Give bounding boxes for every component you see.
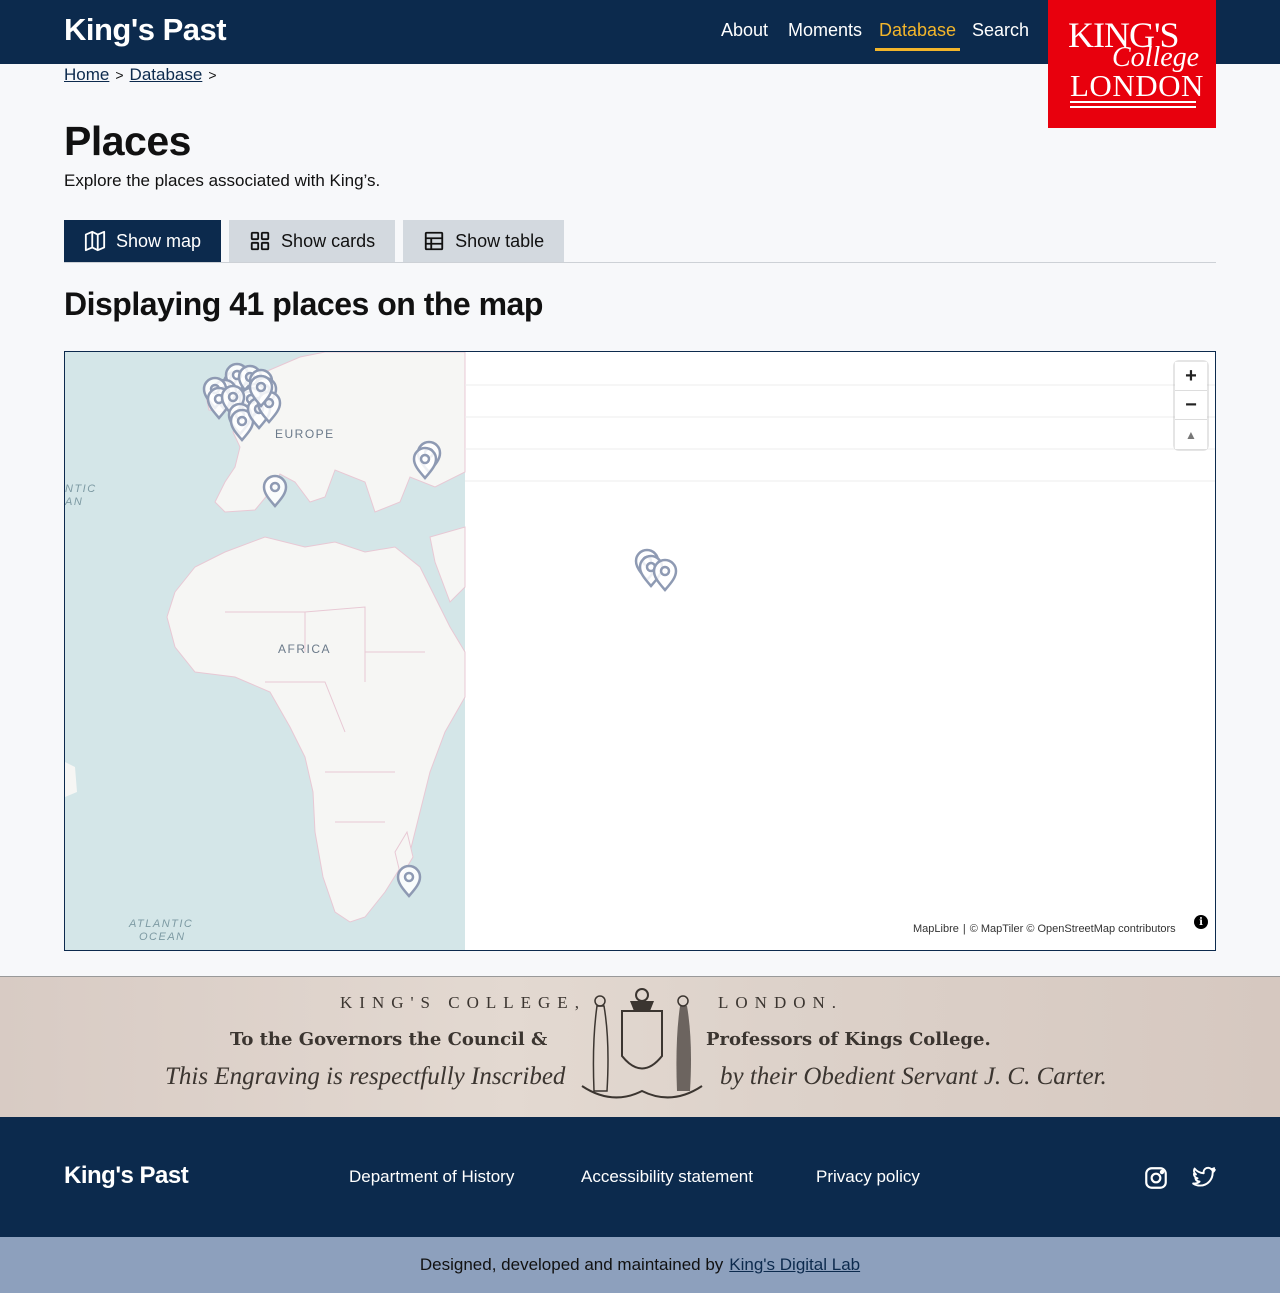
engraving-banner: KING'S COLLEGE, LONDON. To the Governors… <box>0 976 1280 1117</box>
logo-line-london: LONDON <box>1070 68 1204 103</box>
site-title-link[interactable]: King's Past <box>64 12 227 48</box>
footer-link-accessibility[interactable]: Accessibility statement <box>581 1167 753 1187</box>
breadcrumb-separator: > <box>208 67 217 83</box>
show-cards-button[interactable]: Show cards <box>229 220 396 262</box>
engraving-line-inscribed: This Engraving is respectfully Inscribed <box>165 1063 566 1090</box>
engraving-line-carter: by their Obedient Servant J. C. Carter. <box>720 1063 1107 1090</box>
nav-database[interactable]: Database <box>874 20 961 51</box>
info-icon: i <box>1194 915 1208 929</box>
breadcrumb-separator: > <box>115 67 124 83</box>
credit-text: Designed, developed and maintained by <box>419 1255 724 1274</box>
site-footer: King's Past Department of History Access… <box>0 1117 1280 1237</box>
instagram-icon[interactable] <box>1143 1165 1169 1191</box>
map-label-europe: EUROPE <box>275 427 335 441</box>
reset-bearing-button[interactable]: ▲ <box>1175 420 1207 449</box>
breadcrumb-home[interactable]: Home <box>64 65 109 85</box>
view-tabs: Show map Show cards Show table <box>64 220 565 262</box>
engraving-line-london: LONDON. <box>718 993 844 1012</box>
engraving-line-governors: To the Governors the Council & <box>230 1029 548 1050</box>
map-label-ocean: AN <box>65 496 83 508</box>
page-title: Places <box>64 118 191 164</box>
map-canvas[interactable]: EUROPE AFRICA NTIC AN ATLANTIC OCEAN <box>65 352 1215 950</box>
footer-site-title: King's Past <box>64 1162 189 1189</box>
coat-of-arms-icon <box>581 988 703 1099</box>
map-label-atlantic: NTIC <box>65 483 97 495</box>
credit-bar: Designed, developed and maintained by Ki… <box>0 1237 1280 1293</box>
page-intro: Explore the places associated with King’… <box>64 171 381 190</box>
map-label-ocean: OCEAN <box>139 931 186 943</box>
engraving-line-professors: Professors of Kings College. <box>706 1029 991 1050</box>
show-cards-label: Show cards <box>281 230 376 251</box>
map-label-africa: AFRICA <box>278 642 331 656</box>
zoom-in-button[interactable]: + <box>1175 362 1207 391</box>
nav-about[interactable]: About <box>721 20 768 41</box>
tabs-divider <box>64 262 1216 263</box>
logo-rule <box>1070 101 1196 103</box>
place-marker[interactable] <box>652 558 678 592</box>
map-attribution: MapLibre | © MapTiler © OpenStreetMap co… <box>903 918 1186 940</box>
nav-search[interactable]: Search <box>972 20 1029 41</box>
nav-moments[interactable]: Moments <box>788 20 862 41</box>
attribution-separator: | <box>962 923 966 935</box>
footer-link-privacy[interactable]: Privacy policy <box>816 1167 920 1187</box>
zoom-out-button[interactable]: − <box>1175 391 1207 420</box>
show-map-label: Show map <box>116 230 202 251</box>
footer-link-department[interactable]: Department of History <box>349 1167 514 1187</box>
map-icon <box>84 230 106 252</box>
engraving-line-kings-college: KING'S COLLEGE, <box>340 993 586 1012</box>
maplibre-link[interactable]: MapLibre <box>913 923 959 935</box>
show-map-button[interactable]: Show map <box>64 220 222 262</box>
map-label-atlantic: ATLANTIC <box>128 918 193 930</box>
kcl-logo[interactable]: KING'S College LONDON <box>1048 0 1216 128</box>
breadcrumb: Home > Database > <box>64 65 217 85</box>
attribution-credits: © MapTiler © OpenStreetMap contributors <box>969 923 1176 935</box>
show-table-button[interactable]: Show table <box>403 220 565 262</box>
results-heading: Displaying 41 places on the map <box>64 286 543 322</box>
twitter-icon[interactable] <box>1191 1165 1217 1191</box>
places-map[interactable]: EUROPE AFRICA NTIC AN ATLANTIC OCEAN + −… <box>64 351 1216 951</box>
table-icon <box>424 231 444 251</box>
attribution-toggle[interactable]: i <box>1189 910 1213 934</box>
kdl-link[interactable]: King's Digital Lab <box>729 1255 860 1275</box>
grid-icon <box>250 231 270 251</box>
map-zoom-controls: + − ▲ <box>1175 362 1207 449</box>
show-table-label: Show table <box>455 230 545 251</box>
breadcrumb-database[interactable]: Database <box>130 65 203 85</box>
logo-rule <box>1070 106 1196 108</box>
